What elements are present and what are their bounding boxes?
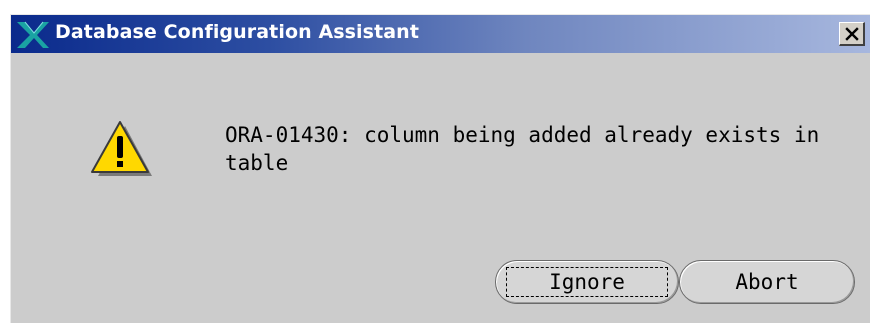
oracle-x-icon [17,21,49,48]
window-title: Database Configuration Assistant [55,21,419,43]
close-icon [844,26,859,41]
focus-indicator: Ignore [506,267,668,297]
close-button[interactable] [839,22,865,46]
ignore-button-label: Ignore [549,270,625,294]
abort-button-label: Abort [735,270,799,294]
abort-button[interactable]: Abort [679,260,855,304]
ignore-button[interactable]: Ignore [495,260,679,304]
error-dialog: Database Configuration Assistant ORA-014… [10,14,870,323]
error-message: ORA-01430: column being added already ex… [225,123,820,175]
title-bar[interactable]: Database Configuration Assistant [11,15,870,53]
warning-icon [91,121,152,176]
